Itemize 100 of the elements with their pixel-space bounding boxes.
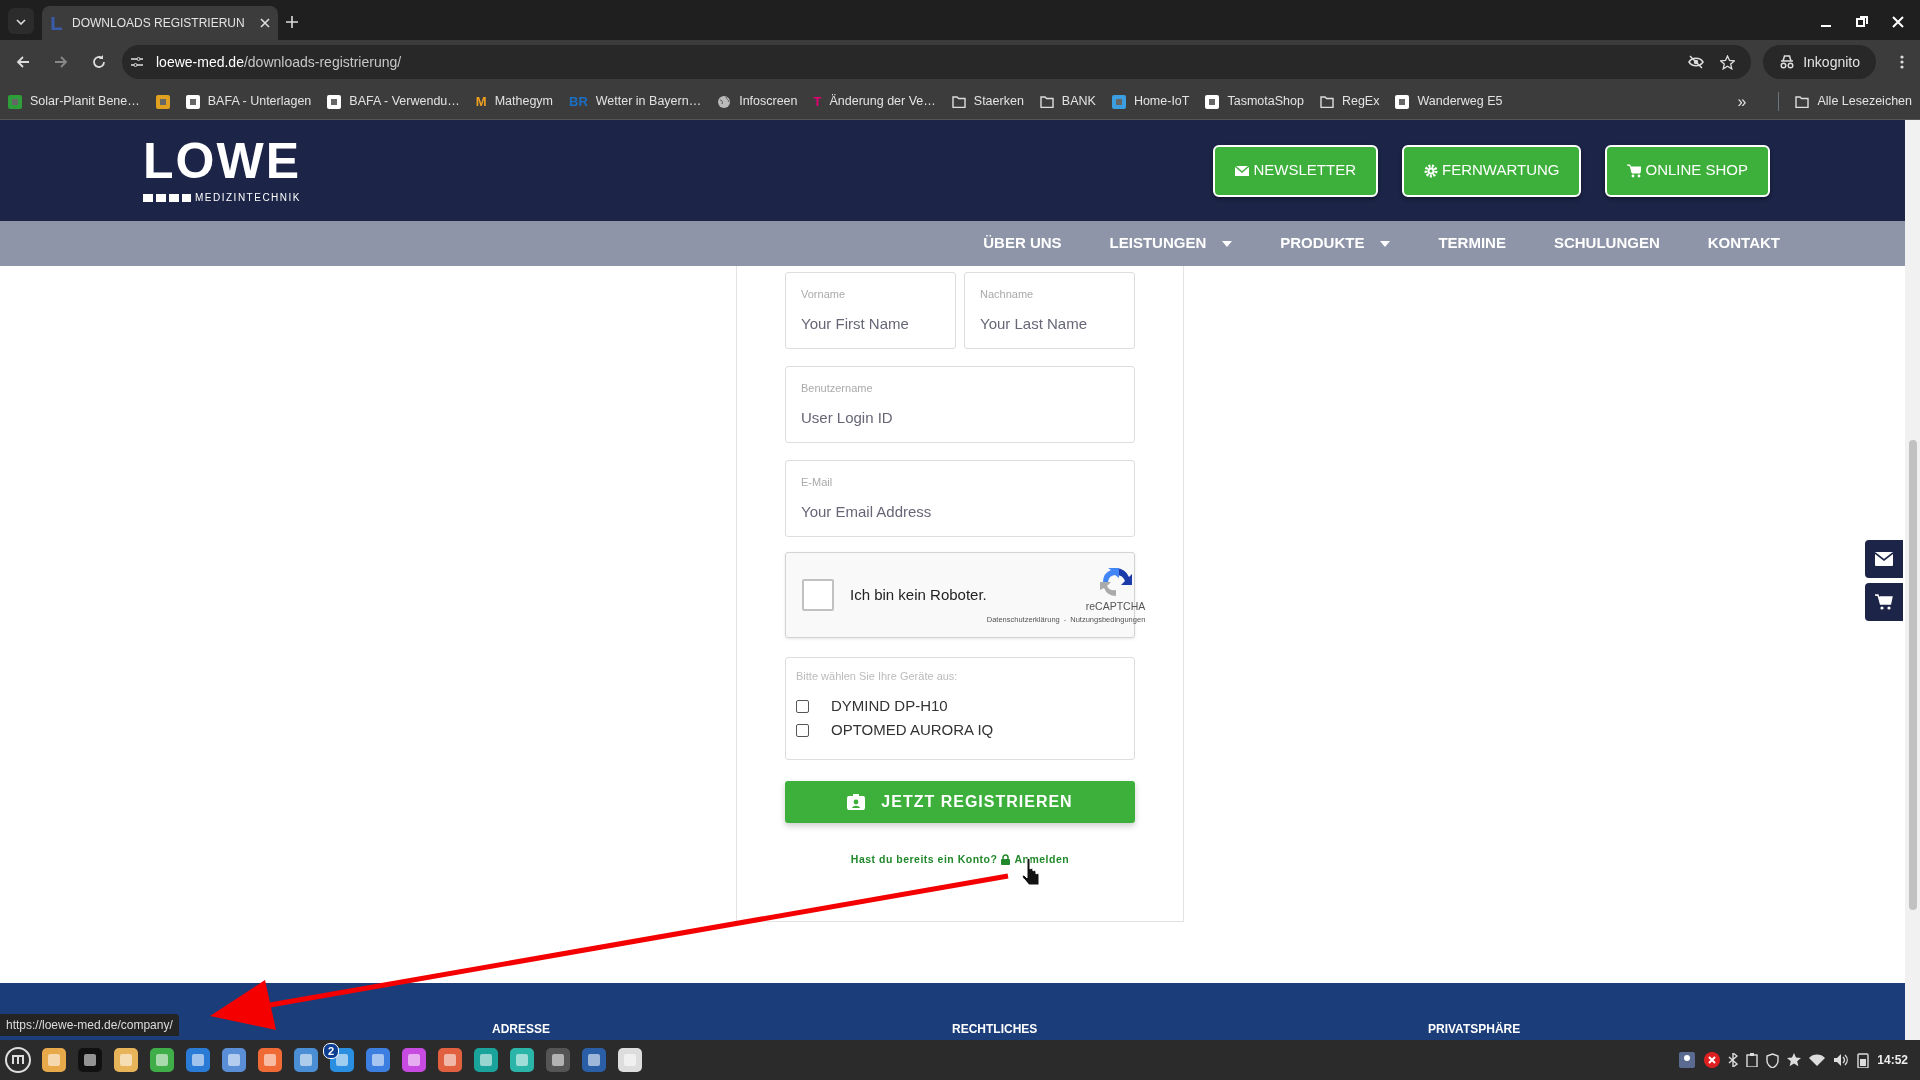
- new-tab-icon[interactable]: [286, 16, 298, 28]
- bookmark[interactable]: Solar-Planit Bene…: [8, 92, 140, 111]
- bookmark-folder[interactable]: BANK: [1039, 92, 1096, 111]
- cart-icon: [1875, 594, 1893, 610]
- error-icon[interactable]: [1704, 1052, 1721, 1068]
- clock-text[interactable]: 14:52: [1877, 1051, 1908, 1069]
- eye-off-icon[interactable]: [1688, 54, 1705, 69]
- app-icon[interactable]: [508, 1046, 536, 1074]
- app-icon[interactable]: [436, 1046, 464, 1074]
- menu-icon[interactable]: [1900, 55, 1904, 69]
- field-label: Benutzername: [801, 381, 873, 396]
- app-icon[interactable]: [112, 1046, 140, 1074]
- more-bookmarks-button[interactable]: »: [1737, 89, 1747, 114]
- caret-icon: [1222, 240, 1233, 247]
- volume-icon[interactable]: [1833, 1053, 1850, 1067]
- tab-list-button[interactable]: [8, 8, 34, 34]
- bookmark[interactable]: Home-IoT: [1111, 92, 1190, 111]
- bookmark-folder[interactable]: RegEx: [1319, 92, 1380, 111]
- bookmark[interactable]: Infoscreen: [717, 92, 798, 111]
- app-icon[interactable]: [328, 1046, 356, 1074]
- star-icon[interactable]: [1720, 54, 1736, 70]
- settings-icon: [1423, 163, 1438, 178]
- favicon-icon: [50, 16, 64, 30]
- cart-icon: [1627, 163, 1642, 178]
- app-icon[interactable]: [148, 1046, 176, 1074]
- device-option: OPTOMED AURORA IQ: [831, 719, 994, 742]
- tab-title: DOWNLOADS REGISTRIERUN: [72, 15, 246, 32]
- site-info-icon[interactable]: [130, 55, 144, 69]
- checkbox[interactable]: [802, 579, 834, 611]
- browser-tab[interactable]: DOWNLOADS REGISTRIERUN: [42, 6, 278, 40]
- url-text: loewe-med.de/downloads-registrierung/: [156, 52, 402, 72]
- vpn-icon[interactable]: [1678, 1051, 1697, 1069]
- app-icon[interactable]: [76, 1046, 104, 1074]
- wifi-icon[interactable]: [1809, 1054, 1826, 1066]
- restore-icon[interactable]: [1856, 16, 1868, 28]
- logo-tagline: MEDIZINTECHNIK: [195, 191, 301, 205]
- captcha-brand: reCAPTCHA: [1085, 598, 1146, 614]
- battery-icon[interactable]: [1857, 1052, 1870, 1068]
- start-menu-icon[interactable]: [4, 1046, 32, 1074]
- app-icon[interactable]: [400, 1046, 428, 1074]
- reload-icon[interactable]: [92, 55, 106, 69]
- bookmark[interactable]: T Änderung der Ve…: [813, 91, 936, 112]
- bookmark-folder[interactable]: Alle Lesezeichen: [1778, 92, 1912, 111]
- chevron-icon: [16, 18, 26, 25]
- mail-widget-button[interactable]: [1865, 540, 1903, 578]
- lock-icon: [1001, 854, 1011, 866]
- scrollbar[interactable]: [1905, 120, 1920, 1040]
- login-prompt: Hast du bereits ein Konto?: [850, 852, 998, 867]
- footer-heading: PRIVATSPHÄRE: [1428, 1021, 1521, 1038]
- logo-text: LOWE: [143, 136, 301, 186]
- address-bar[interactable]: loewe-med.de/downloads-registrierung/: [122, 45, 1752, 79]
- bluetooth-icon[interactable]: [1728, 1053, 1739, 1067]
- bookmark-icon[interactable]: [155, 94, 170, 109]
- caret-icon: [1380, 240, 1391, 247]
- app-icon[interactable]: [616, 1046, 644, 1074]
- folder-icon: [1795, 95, 1810, 108]
- device-prompt: Bitte wählen Sie Ihre Geräte aus:: [796, 669, 959, 684]
- notification-badge: 2: [323, 1043, 340, 1059]
- favicon: T: [813, 92, 822, 111]
- bookmark[interactable]: BAFA - Verwendu…: [327, 92, 460, 111]
- field-label: E-Mail: [801, 475, 833, 490]
- app-icon[interactable]: [364, 1046, 392, 1074]
- bookmark[interactable]: M Mathegym: [475, 91, 553, 112]
- app-icon[interactable]: [472, 1046, 500, 1074]
- app-icon[interactable]: [544, 1046, 572, 1074]
- close-icon[interactable]: [260, 18, 270, 28]
- footer-heading: ADRESSE: [492, 1021, 550, 1038]
- app-icon[interactable]: [184, 1046, 212, 1074]
- bookmark[interactable]: Wanderweg E5: [1395, 92, 1503, 111]
- app-icon[interactable]: [40, 1046, 68, 1074]
- shield-icon[interactable]: [1766, 1052, 1780, 1068]
- favicon: M: [475, 92, 487, 111]
- app-icon[interactable]: [292, 1046, 320, 1074]
- bookmark[interactable]: BAFA - Unterlagen: [185, 92, 312, 111]
- status-url: https://loewe-med.de/company/: [0, 1014, 179, 1036]
- bookmark[interactable]: BR Wetter in Bayern…: [569, 91, 702, 112]
- field-label: Nachname: [980, 287, 1034, 302]
- app-icon[interactable]: [580, 1046, 608, 1074]
- checkbox[interactable]: [796, 724, 809, 737]
- clipboard-icon[interactable]: [1746, 1053, 1759, 1067]
- star-icon[interactable]: [1787, 1053, 1802, 1067]
- logo-bars-icon: [143, 193, 191, 202]
- app-icon[interactable]: [256, 1046, 284, 1074]
- captcha-label: Ich bin kein Roboter.: [850, 584, 987, 605]
- bookmark[interactable]: TasmotaShop: [1205, 92, 1304, 111]
- device-option: DYMIND DP-H10: [831, 695, 948, 718]
- app-icon[interactable]: [220, 1046, 248, 1074]
- checkbox[interactable]: [796, 700, 809, 713]
- incognito-button[interactable]: Inkognito: [1763, 45, 1876, 79]
- envelope-icon: [1875, 552, 1893, 566]
- bookmark-folder[interactable]: Staerken: [951, 92, 1024, 111]
- cart-widget-button[interactable]: [1865, 583, 1903, 621]
- envelope-icon: [1235, 163, 1250, 178]
- id-badge-icon: [847, 794, 866, 810]
- forward-icon[interactable]: [54, 55, 68, 69]
- login-link[interactable]: Anmelden: [1014, 852, 1070, 868]
- favicon: BR: [569, 92, 588, 111]
- field-label: Vorname: [801, 287, 846, 302]
- back-icon[interactable]: [16, 55, 30, 69]
- incognito-icon: [1779, 55, 1796, 69]
